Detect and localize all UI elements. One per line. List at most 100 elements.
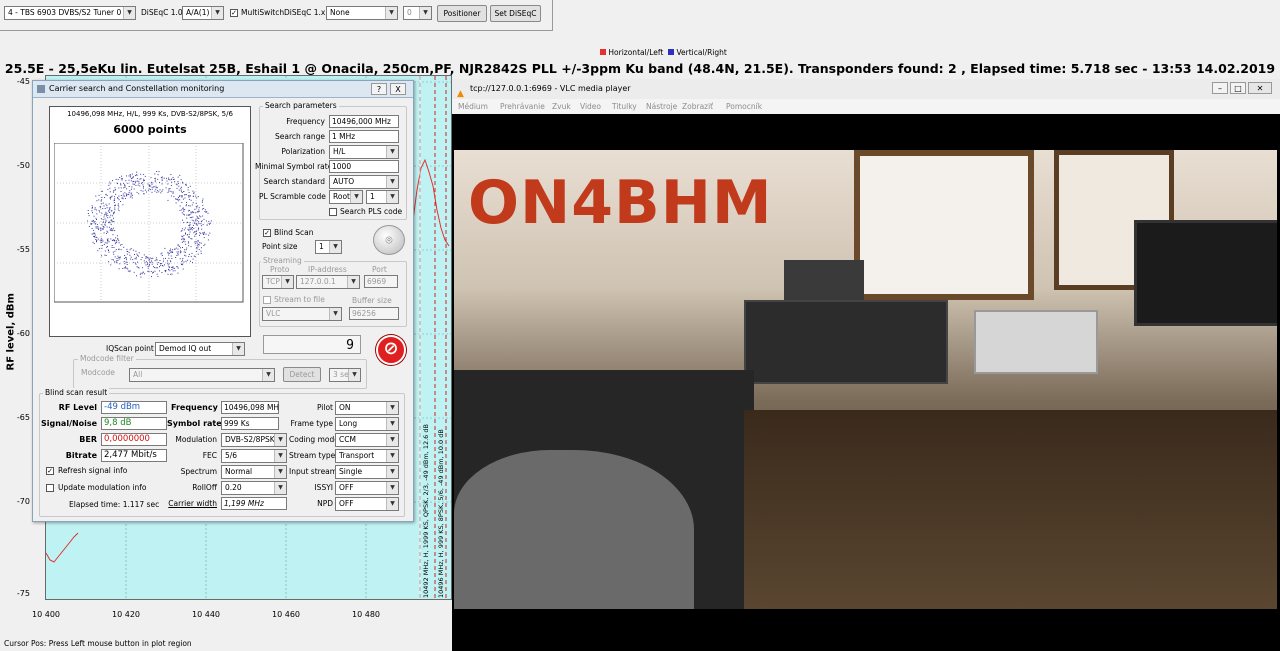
fec-select[interactable]: 5/6 ▼ [221,449,287,463]
ip-address-select[interactable]: 127.0.0.1 ▼ [296,275,360,289]
constellation-panel: 10496,098 MHz, H/L, 999 Ks, DVB-S2/8PSK,… [49,106,251,337]
frequency-result-label: Frequency [171,403,218,412]
help-button[interactable]: ? [371,83,387,95]
point-size-input[interactable]: 1 ▼ [315,240,342,254]
chevron-down-icon: ▼ [386,176,398,188]
menu-subtitles[interactable]: Titulky [612,99,637,114]
constellation-points: 6000 points [113,123,187,136]
rolloff-select[interactable]: 0.20 ▼ [221,481,287,495]
pl-scramble-code-input[interactable]: 1 ▼ [366,190,399,204]
chevron-down-icon: ▼ [329,241,341,253]
detect-time-select[interactable]: 3 sec ▼ [329,368,361,382]
menu-tools[interactable]: Nástroje [646,99,677,114]
search-pls-label: Search PLS code [340,207,403,216]
vlc-titlebar[interactable]: ▲ tcp://127.0.0.1:6969 - VLC media playe… [452,79,1280,100]
blind-scan-checkbox[interactable]: ✓ [263,229,271,237]
counter-display: 9 [263,335,361,354]
y-axis-label: RF level, dBm [5,293,17,371]
buffer-size-input[interactable]: 96256 [349,307,399,320]
satellite-dish-icon[interactable]: ⌾ [373,225,405,255]
pilot-select[interactable]: ON ▼ [335,401,399,415]
min-symbol-rate-input[interactable]: 1000 [329,160,399,173]
spectrum-select[interactable]: Normal ▼ [221,465,287,479]
point-size-label: Point size [262,242,298,251]
x-tick: 10 440 [192,610,220,619]
chevron-down-icon: ▼ [274,482,286,494]
stop-icon[interactable]: ⊘ [376,335,406,365]
search-standard-select[interactable]: AUTO ▼ [329,175,399,189]
chevron-down-icon: ▼ [348,369,360,381]
transponder-label-1: 10492 MHz, H, 1999 KS, QPSK, 2/3, -49 dB… [422,424,430,598]
carrier-width-value: 1,199 MHz [221,497,287,510]
vlc-title: tcp://127.0.0.1:6969 - VLC media player [470,84,631,93]
ber-label: BER [79,435,97,444]
modulation-label: Modulation [175,435,217,444]
frame-type-label: Frame type [290,419,333,428]
iqscan-point-select[interactable]: Demod IQ out ▼ [155,342,245,356]
blind-scan-label: Blind Scan [274,228,314,237]
buffer-size-label: Buffer size [352,296,392,305]
refresh-signal-checkbox[interactable]: ✓ [46,467,54,475]
menu-medium[interactable]: Médium [458,99,488,114]
constellation-plot [54,143,244,303]
rf-level-label: RF Level [58,403,97,412]
bitrate-value: 2,477 Mbit/s [101,449,167,462]
frequency-label: Frequency [286,117,325,126]
modcode-select[interactable]: All ▼ [129,368,275,382]
detect-button[interactable]: Detect [283,367,321,382]
issyi-select[interactable]: OFF ▼ [335,481,399,495]
stream-to-file-checkbox[interactable] [263,296,271,304]
y-tick: -55 [16,245,30,254]
player-select[interactable]: VLC ▼ [262,307,342,321]
close-button[interactable]: X [390,83,406,95]
x-tick: 10 400 [32,610,60,619]
ber-value: 0,0000000 [101,433,167,446]
port-label: Port [372,265,387,274]
frequency-input[interactable]: 10496,000 MHz [329,115,399,128]
minimize-button[interactable]: – [1212,82,1228,94]
pl-scramble-mode-select[interactable]: Root ▼ [329,190,363,204]
chevron-down-icon: ▼ [274,466,286,478]
close-button[interactable]: ✕ [1248,82,1272,94]
signal-noise-label: Signal/Noise [41,419,98,428]
refresh-signal-label: Refresh signal info [58,466,128,475]
search-range-label: Search range [275,132,325,141]
chevron-down-icon: ▼ [329,308,341,320]
video-frame[interactable]: ON4BHM [454,150,1277,609]
npd-select[interactable]: OFF ▼ [335,497,399,511]
proto-label: Proto [270,265,290,274]
chevron-down-icon: ▼ [386,466,398,478]
chevron-down-icon: ▼ [386,191,398,203]
maximize-button[interactable]: □ [1230,82,1246,94]
modulation-select[interactable]: DVB-S2/8PSK ▼ [221,433,287,447]
menu-help[interactable]: Pomocník [726,99,762,114]
issyi-label: ISSYI [314,483,333,492]
search-parameters-title: Search parameters [263,101,339,110]
menu-audio[interactable]: Zvuk [552,99,571,114]
y-tick: -65 [16,413,30,422]
fec-label: FEC [202,451,217,460]
stream-type-select[interactable]: Transport ▼ [335,449,399,463]
update-modulation-checkbox[interactable] [46,484,54,492]
search-range-input[interactable]: 1 MHz [329,130,399,143]
polarization-select[interactable]: H/L ▼ [329,145,399,159]
port-input[interactable]: 6969 [364,275,398,288]
dialog-titlebar[interactable]: Carrier search and Constellation monitor… [33,81,413,98]
carrier-width-label[interactable]: Carrier width [167,499,217,508]
input-stream-select[interactable]: Single ▼ [335,465,399,479]
stream-type-label: Stream type [289,451,336,460]
chevron-down-icon: ▼ [274,450,286,462]
search-standard-label: Search standard [263,177,325,186]
menu-playback[interactable]: Prehrávanie [500,99,545,114]
frame-type-select[interactable]: Long ▼ [335,417,399,431]
proto-select[interactable]: TCP ▼ [262,275,294,289]
modcode-label: Modcode [81,368,115,377]
blind-scan-result-title: Blind scan result [43,388,110,397]
menu-video[interactable]: Video [580,99,601,114]
chevron-down-icon: ▼ [386,498,398,510]
app-icon [37,85,45,93]
coding-mode-select[interactable]: CCM ▼ [335,433,399,447]
constellation-info: 10496,098 MHz, H/L, 999 Ks, DVB-S2/8PSK,… [67,110,233,118]
search-pls-checkbox[interactable] [329,208,337,216]
menu-view[interactable]: Zobraziť [682,99,713,114]
